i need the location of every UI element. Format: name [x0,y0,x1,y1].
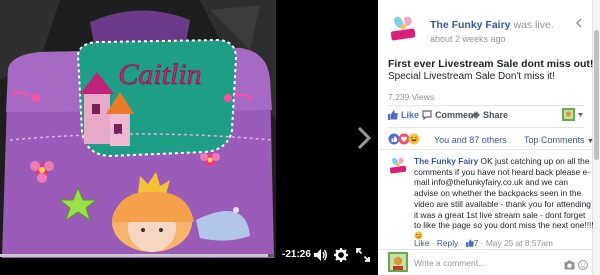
dropdown-caret-icon [578,113,583,117]
comment-author-avatar[interactable] [388,156,408,176]
progress-fill [0,254,268,257]
share-button-label: Share [483,110,509,120]
comment-actions: Like · Reply · 7 · May 25 at 8:57am [414,238,553,248]
camera-icon[interactable] [564,257,575,270]
post-timestamp[interactable]: about 2 weeks ago [430,34,506,44]
comment-like-count[interactable]: 7 [465,238,478,248]
haha-reaction-icon [408,133,420,145]
comments-sort-dropdown[interactable]: Top Comments ▼ [524,135,594,145]
video-player[interactable]: Caitlin -21:26 [0,0,378,275]
comment-input[interactable] [414,255,564,271]
comment-date[interactable]: May 25 at 8:57am [486,238,553,248]
volume-icon[interactable] [312,247,328,263]
divider [378,149,592,150]
comment-text: OK just catching up on all the comments … [414,156,594,231]
comment-button[interactable]: Comment [422,110,477,120]
post-actions-bar: Like Comment Share [388,108,584,124]
like-button[interactable]: Like [388,110,419,120]
post-panel: The Funky Fairy was live. about 2 weeks … [378,0,600,275]
next-video-arrow-icon[interactable] [352,124,376,152]
post-subtitle: Special Livestream Sale Don't miss it! [388,71,555,82]
reaction-count-link[interactable]: You and 87 others [434,135,507,145]
view-count: 7,239 Views [388,92,435,102]
share-button[interactable]: Share [470,110,508,120]
reactions-summary: You and 87 others Top Comments ▼ [388,133,594,147]
post-title: First ever Livestream Sale dont miss out… [388,58,594,70]
video-controls: -21:26 [0,236,378,275]
comment-reply-link[interactable]: Reply [437,238,458,248]
dropdown-caret-icon: ▼ [587,138,594,145]
separator: · [478,238,486,248]
separator: · [458,238,466,248]
settings-gear-icon[interactable] [333,247,349,263]
live-status-text: was live. [510,19,554,31]
comment-like-link[interactable]: Like [414,238,429,248]
page-name-link[interactable]: The Funky Fairy [430,19,511,31]
comment-composer [388,252,588,272]
scrollbar-thumb[interactable] [594,30,599,160]
post-as-selector[interactable] [562,108,584,122]
comment-bubble-icon [422,110,432,120]
post-author-line: The Funky Fairy was live. [430,19,554,31]
page-logo-avatar[interactable] [388,14,418,44]
thumbs-up-icon [465,239,474,247]
divider [388,105,584,106]
share-arrow-icon [470,111,480,120]
post-header: The Funky Fairy was live. about 2 weeks … [388,12,588,52]
time-remaining: -21:26 [282,249,311,260]
comment-author-link[interactable]: The Funky Fairy [414,156,478,166]
reaction-icons[interactable] [388,133,428,145]
thumbs-up-icon [388,110,398,120]
chevron-left-icon[interactable] [573,16,585,28]
divider [378,249,592,250]
separator: · [429,238,437,248]
like-button-label: Like [401,110,420,120]
comments-sort-label: Top Comments [524,135,585,145]
divider [388,127,584,128]
progress-bar[interactable] [0,254,273,257]
comment-body: The Funky Fairy OK just catching up on a… [414,156,594,242]
fullscreen-icon[interactable] [355,247,371,263]
user-avatar [388,252,408,272]
backpack-image: Caitlin [0,0,276,258]
bag-name-text: Caitlin [118,58,201,91]
video-frame[interactable]: Caitlin [0,0,276,258]
emoji-icon[interactable] [578,257,588,270]
